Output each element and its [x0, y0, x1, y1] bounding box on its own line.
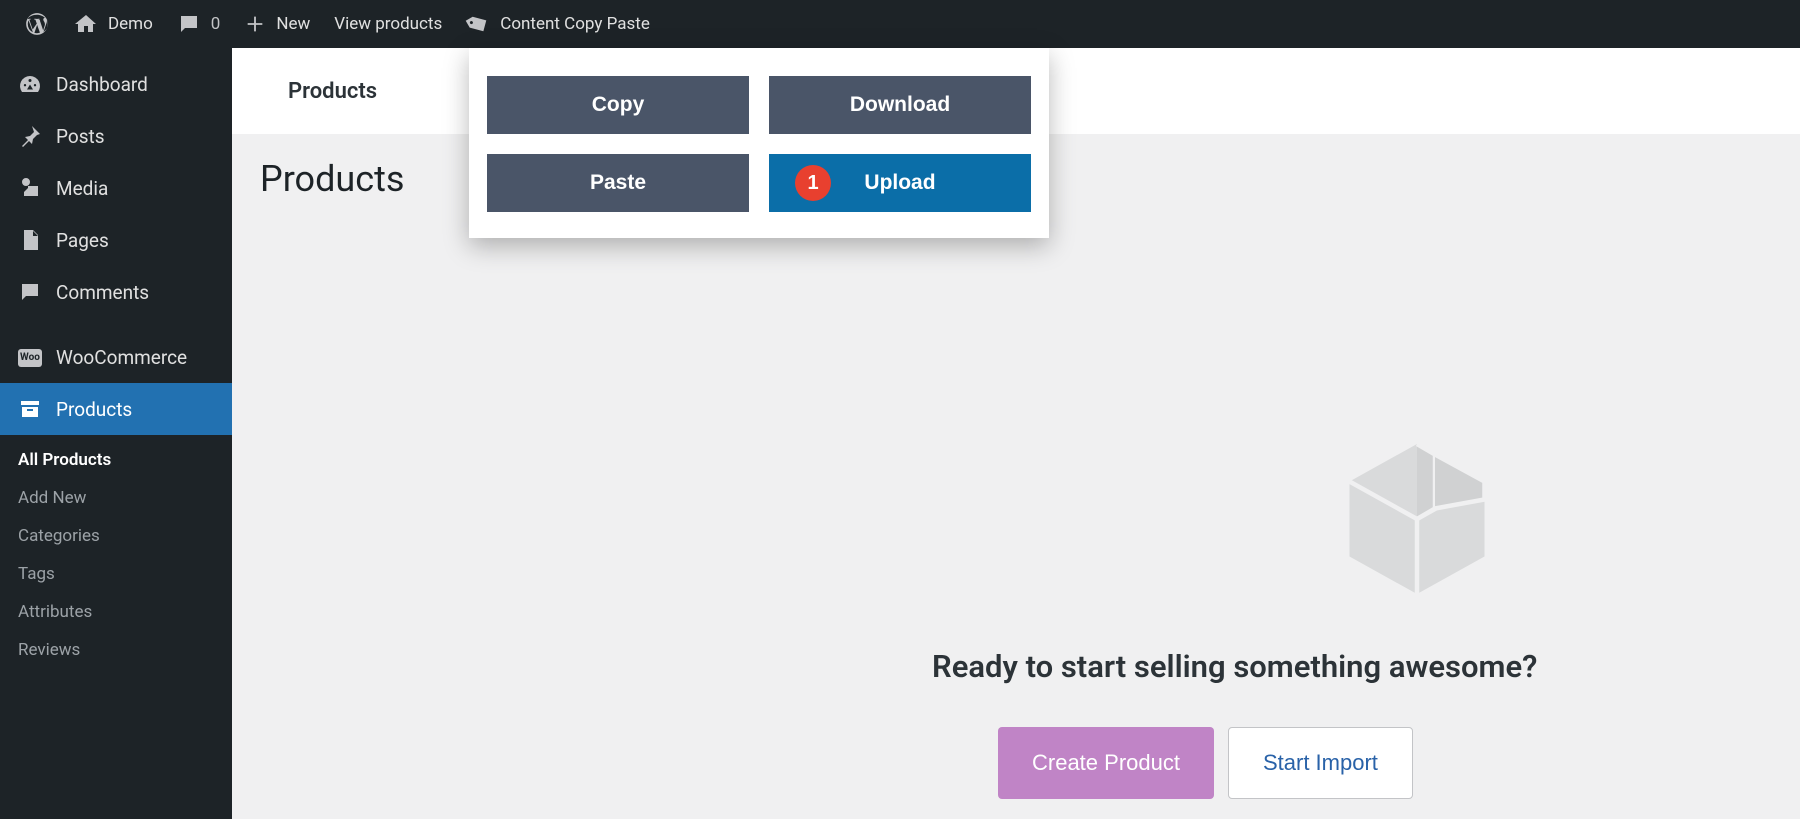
sidebar-item-dashboard[interactable]: Dashboard [0, 58, 232, 110]
start-import-button[interactable]: Start Import [1228, 727, 1413, 799]
home-icon [74, 12, 98, 36]
upload-button[interactable]: 1 Upload [769, 154, 1031, 212]
comment-icon [18, 280, 42, 304]
sidebar-item-label: Products [56, 398, 132, 421]
wordpress-icon [24, 11, 50, 37]
sidebar-item-label: Pages [56, 229, 109, 252]
view-products-link[interactable]: View products [322, 0, 454, 48]
package-icon [1342, 434, 1492, 604]
sidebar-item-label: Comments [56, 281, 149, 304]
submenu-tags[interactable]: Tags [0, 555, 232, 593]
sidebar-item-posts[interactable]: Posts [0, 110, 232, 162]
tab-products[interactable]: Products [260, 61, 405, 122]
archive-icon [18, 397, 42, 421]
media-icon [18, 176, 42, 200]
sidebar-item-label: WooCommerce [56, 346, 187, 369]
gauge-icon [18, 72, 42, 96]
plus-icon [244, 13, 266, 35]
empty-state: Ready to start selling something awesome… [232, 434, 1800, 799]
download-button[interactable]: Download [769, 76, 1031, 134]
products-submenu: All Products Add New Categories Tags Att… [0, 435, 232, 679]
submenu-all-products[interactable]: All Products [0, 441, 232, 479]
new-content[interactable]: New [232, 0, 322, 48]
sidebar-item-comments[interactable]: Comments [0, 266, 232, 318]
submenu-categories[interactable]: Categories [0, 517, 232, 555]
pin-icon [18, 124, 42, 148]
sidebar-item-label: Media [56, 177, 108, 200]
sidebar-item-products[interactable]: Products [0, 383, 232, 435]
sidebar-item-label: Dashboard [56, 73, 148, 96]
empty-state-heading: Ready to start selling something awesome… [932, 648, 1800, 685]
comments-count: 0 [211, 14, 221, 34]
content-copy-paste-dropdown: Copy Download Paste 1 Upload [469, 48, 1049, 238]
wp-logo[interactable] [12, 0, 62, 48]
upload-label: Upload [864, 171, 935, 195]
site-home[interactable]: Demo [62, 0, 165, 48]
sidebar-item-label: Posts [56, 125, 105, 148]
view-products-label: View products [334, 14, 442, 34]
ccp-label: Content Copy Paste [500, 14, 650, 34]
submenu-reviews[interactable]: Reviews [0, 631, 232, 669]
paste-button[interactable]: Paste [487, 154, 749, 212]
sidebar-item-pages[interactable]: Pages [0, 214, 232, 266]
admin-bar: Demo 0 New View products Content Copy Pa… [0, 0, 1800, 48]
page-icon [18, 228, 42, 252]
comment-icon [177, 12, 201, 36]
step-badge: 1 [795, 165, 831, 201]
content-copy-paste-menu[interactable]: Content Copy Paste [454, 0, 662, 48]
comments-link[interactable]: 0 [165, 0, 233, 48]
site-name: Demo [108, 14, 153, 34]
new-label: New [276, 14, 310, 34]
tag-icon [462, 8, 495, 41]
hero-actions: Create Product Start Import [932, 727, 1800, 799]
sidebar-item-media[interactable]: Media [0, 162, 232, 214]
copy-button[interactable]: Copy [487, 76, 749, 134]
sidebar-item-woocommerce[interactable]: Woo WooCommerce [0, 332, 232, 383]
woo-icon: Woo [18, 349, 42, 367]
submenu-attributes[interactable]: Attributes [0, 593, 232, 631]
create-product-button[interactable]: Create Product [998, 727, 1214, 799]
submenu-add-new[interactable]: Add New [0, 479, 232, 517]
admin-sidebar: Dashboard Posts Media Pages Comments Woo… [0, 48, 232, 819]
